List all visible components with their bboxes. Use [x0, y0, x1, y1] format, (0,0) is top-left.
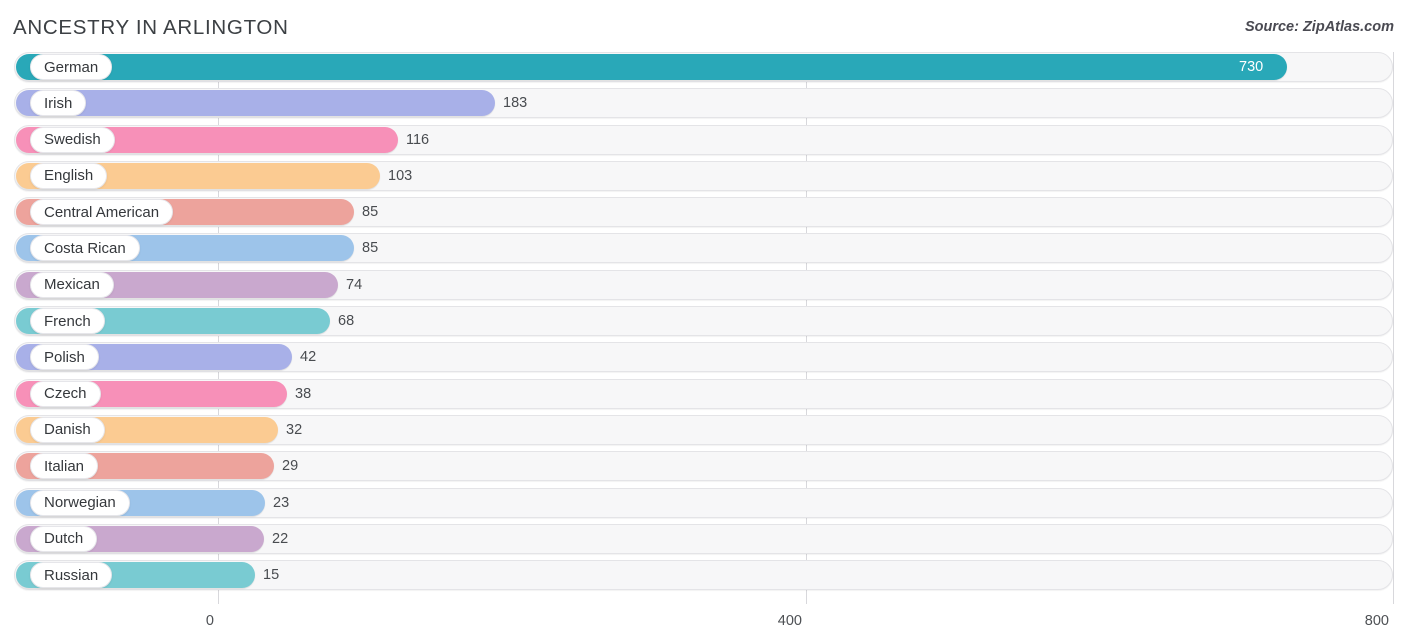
bar-value-label: 22 [272, 530, 289, 547]
bar-row[interactable]: Danish 32 [0, 414, 1406, 445]
bar-category-label: Russian [30, 562, 113, 589]
bar-category-label-text: Danish [44, 421, 91, 439]
bar-row[interactable]: Irish 183 [0, 88, 1406, 119]
bar-rows: German 730 Irish 183 Swedish 116 English 103 Cen… [0, 52, 1406, 604]
bar-category-label: Central American [30, 199, 174, 226]
bar-category-label-text: Costa Rican [44, 239, 126, 257]
bar-row[interactable]: Czech 38 [0, 378, 1406, 409]
bar-category-label: German [30, 54, 113, 80]
bar-category-label: Irish [30, 90, 87, 117]
chart-plot-area: German 730 Irish 183 Swedish 116 English 103 Cen… [0, 52, 1406, 604]
bar-row[interactable]: Russian 15 [0, 560, 1406, 591]
bar-value-label: 183 [503, 95, 528, 112]
bar-value-label: 85 [362, 240, 379, 257]
bar-row[interactable]: French 68 [0, 306, 1406, 337]
bar-value-label: 23 [273, 494, 290, 511]
bar-row[interactable]: Polish 42 [0, 342, 1406, 373]
bar-category-label: Italian [30, 453, 99, 480]
bar-value-label: 29 [282, 458, 299, 475]
bar-category-label-text: French [44, 312, 91, 330]
bar-category-label-text: Central American [44, 203, 160, 221]
bar-category-label: Costa Rican [30, 235, 140, 262]
bar-category-label: Danish [30, 416, 105, 443]
bar-row[interactable]: English 103 [0, 160, 1406, 191]
bar-category-label-text: English [44, 167, 94, 185]
bar-value-label: 15 [263, 567, 280, 584]
bar-category-label-text: Italian [44, 457, 85, 475]
bar-row[interactable]: German 730 [0, 52, 1406, 82]
bar-category-label-text: German [44, 58, 99, 76]
bar-value-label: 68 [338, 313, 355, 330]
bar-category-label-text: Norwegian [44, 494, 116, 512]
bar-category-label: Czech [30, 380, 101, 407]
x-axis-tick-label: 400 [777, 613, 802, 629]
x-axis-tick-label: 800 [1364, 613, 1389, 629]
bar-row[interactable]: Mexican 74 [0, 269, 1406, 300]
bar-value-label: 85 [362, 204, 379, 221]
x-axis-tick-label: 0 [205, 613, 214, 629]
bar-category-label: Swedish [30, 126, 115, 153]
bar-fill[interactable] [16, 90, 495, 117]
bar-value-label: 730 [1239, 59, 1264, 75]
bar-category-label-text: Polish [44, 348, 85, 366]
bar-category-label: Mexican [30, 271, 114, 298]
bar-value-label: 74 [346, 276, 363, 293]
x-axis: 0 400 800 [0, 604, 1406, 644]
bar-category-label-text: Irish [44, 94, 73, 112]
bar-category-label: Dutch [30, 525, 98, 552]
bar-value-label: 38 [295, 385, 312, 402]
bar-fill[interactable] [16, 54, 1287, 80]
bar-value-label: 42 [300, 349, 317, 366]
bar-row[interactable]: Central American 85 [0, 197, 1406, 228]
bar-category-label-text: Swedish [44, 131, 101, 149]
bar-row[interactable]: Italian 29 [0, 451, 1406, 482]
bar-row[interactable]: Norwegian 23 [0, 487, 1406, 518]
bar-category-label: French [30, 308, 105, 335]
bar-category-label: Polish [30, 344, 99, 371]
page-title: ANCESTRY IN ARLINGTON [13, 16, 289, 39]
bar-row[interactable]: Swedish 116 [0, 124, 1406, 155]
bar-category-label: English [30, 162, 108, 189]
bar-value-label: 103 [388, 167, 413, 184]
bar-value-label: 116 [406, 131, 430, 148]
bar-row[interactable]: Costa Rican 85 [0, 233, 1406, 264]
bar-category-label-text: Mexican [44, 276, 100, 294]
bar-category-label-text: Russian [44, 566, 99, 584]
chart-header: ANCESTRY IN ARLINGTON Source: ZipAtlas.c… [0, 0, 1406, 52]
source-label: Source: ZipAtlas.com [1244, 19, 1394, 35]
bar-category-label-text: Czech [44, 385, 87, 403]
bar-category-label: Norwegian [30, 489, 130, 516]
bar-category-label-text: Dutch [44, 530, 84, 548]
bar-row[interactable]: Dutch 22 [0, 523, 1406, 554]
bar-value-label: 32 [286, 421, 303, 438]
